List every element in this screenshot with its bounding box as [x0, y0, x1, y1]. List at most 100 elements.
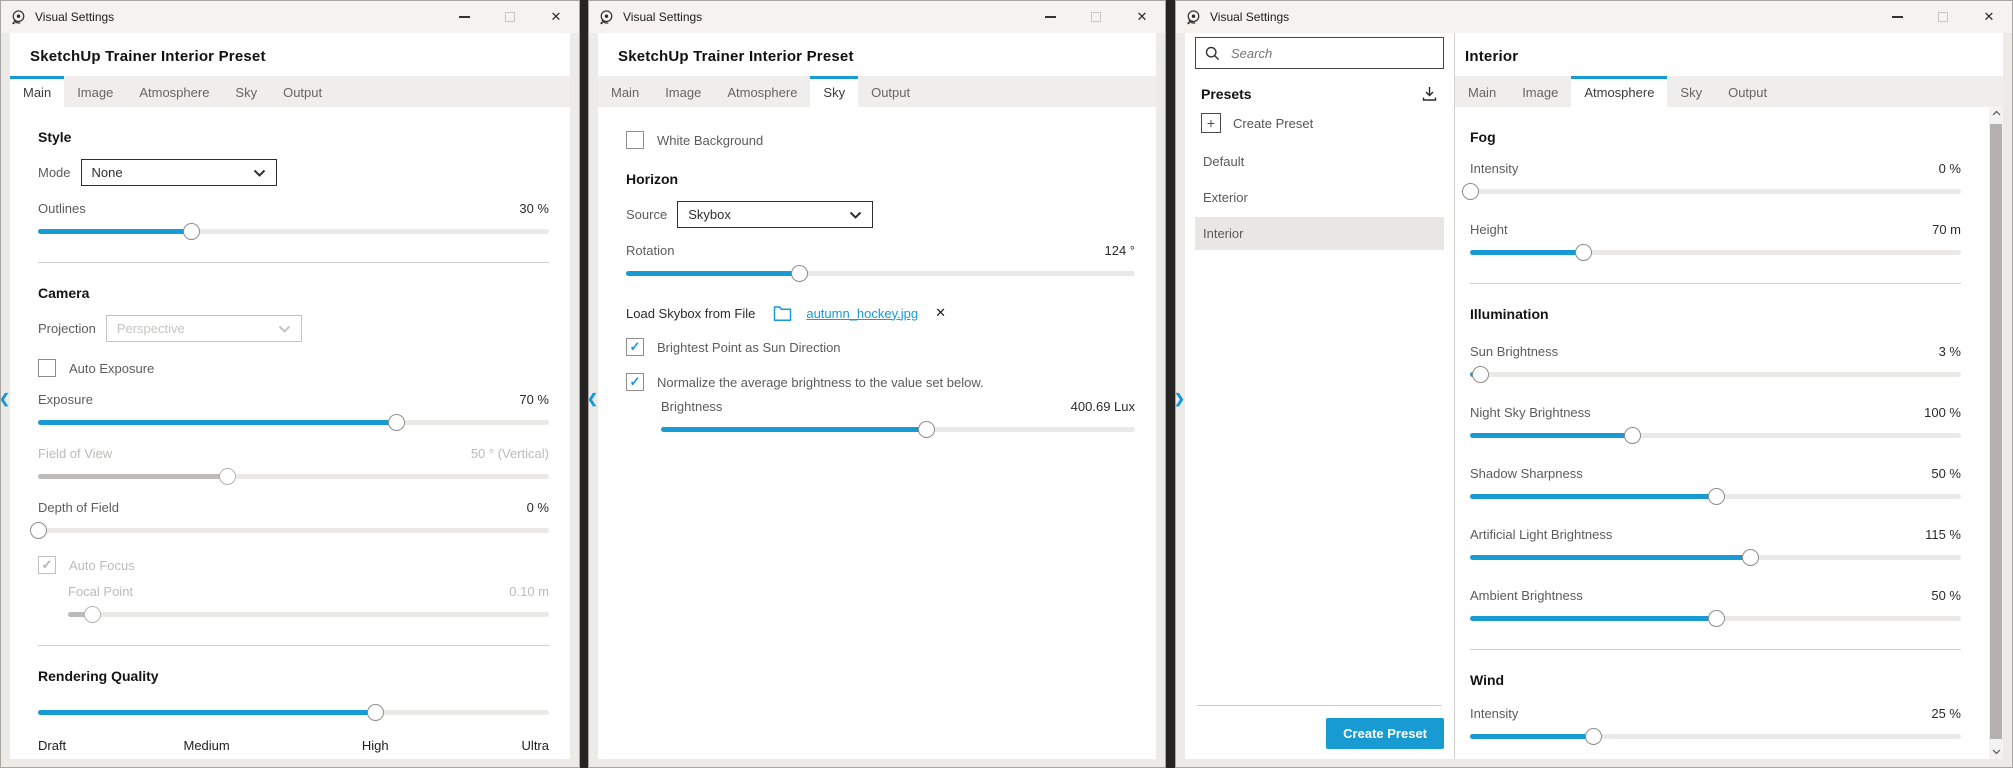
expand-panel-chevron-right-icon[interactable]: ❯ [1176, 391, 1185, 407]
minimize-button[interactable] [441, 1, 487, 33]
night-sky-brightness-slider[interactable] [1470, 427, 1961, 444]
slider-thumb[interactable] [1585, 728, 1602, 745]
maximize-button[interactable] [487, 1, 533, 33]
tab-sky[interactable]: Sky [1667, 76, 1715, 107]
brightness-slider[interactable] [661, 421, 1135, 438]
auto-exposure-checkbox[interactable]: ✓ [38, 359, 56, 377]
wind-intensity-slider[interactable] [1470, 728, 1961, 745]
rotation-slider-row: Rotation124 ° [626, 243, 1135, 282]
slider-thumb[interactable] [367, 704, 384, 721]
tab-main[interactable]: Main [10, 76, 64, 107]
tab-image[interactable]: Image [652, 76, 714, 107]
close-button[interactable]: ✕ [1119, 1, 1165, 33]
folder-icon[interactable] [773, 305, 792, 321]
source-select[interactable]: Skybox [677, 201, 873, 228]
tab-image[interactable]: Image [1509, 76, 1571, 107]
maximize-button[interactable] [1073, 1, 1119, 33]
slider-thumb[interactable] [918, 421, 935, 438]
quality-stop-high: High [362, 738, 389, 753]
fog-height-slider[interactable] [1470, 244, 1961, 261]
slider-thumb[interactable] [30, 522, 47, 539]
auto-focus-label: Auto Focus [69, 558, 135, 573]
preset-item-interior[interactable]: Interior [1195, 217, 1444, 250]
outlines-slider[interactable] [38, 223, 549, 240]
preset-item-default[interactable]: Default [1195, 145, 1444, 178]
titlebar[interactable]: Visual Settings ✕ [1, 1, 579, 33]
maximize-button[interactable] [1920, 1, 1966, 33]
exposure-slider-row: Exposure70 % [38, 392, 549, 431]
tab-sky[interactable]: Sky [222, 76, 270, 107]
app-eye-icon [1185, 9, 1202, 26]
preset-name-heading: Interior [1455, 33, 2003, 76]
white-background-checkbox[interactable]: ✓ [626, 131, 644, 149]
depth-of-field-slider[interactable] [38, 522, 549, 539]
titlebar[interactable]: Visual Settings ✕ [1176, 1, 2012, 33]
collapse-panel-chevron-left-icon[interactable]: ❮ [1, 391, 10, 407]
preset-item-exterior[interactable]: Exterior [1195, 181, 1444, 214]
create-preset-item[interactable]: + Create Preset [1195, 104, 1444, 142]
titlebar[interactable]: Visual Settings ✕ [589, 1, 1165, 33]
chevron-down-icon [253, 169, 266, 177]
focal-point-slider-row: Focal Point0.10 m [68, 584, 549, 623]
scrollbar-track[interactable] [1989, 120, 2003, 745]
slider-thumb[interactable] [1742, 549, 1759, 566]
section-divider [38, 262, 549, 263]
auto-focus-row: ✓ Auto Focus [38, 556, 549, 574]
slider-thumb[interactable] [1624, 427, 1641, 444]
wind-intensity-label: Intensity [1470, 706, 1518, 721]
scrollbar-thumb[interactable] [1990, 124, 2002, 739]
tab-atmosphere[interactable]: Atmosphere [1571, 76, 1667, 107]
tab-sky[interactable]: Sky [810, 76, 858, 107]
create-preset-button[interactable]: Create Preset [1326, 718, 1444, 749]
import-preset-download-icon[interactable] [1421, 86, 1438, 102]
tab-image[interactable]: Image [64, 76, 126, 107]
create-preset-item-label: Create Preset [1233, 116, 1313, 131]
close-button[interactable]: ✕ [1966, 1, 2012, 33]
skybox-file-link[interactable]: autumn_hockey.jpg [806, 306, 918, 321]
search-box[interactable] [1195, 37, 1444, 69]
minimize-button[interactable] [1874, 1, 1920, 33]
sun-direction-checkbox[interactable]: ✓ [626, 338, 644, 356]
rendering-quality-slider[interactable] [38, 704, 549, 721]
artificial-light-brightness-value: 115 % [1925, 527, 1961, 542]
app-eye-icon [10, 9, 27, 26]
tab-main[interactable]: Main [1455, 76, 1509, 107]
scroll-up-icon[interactable] [1992, 106, 2001, 120]
rotation-slider[interactable] [626, 265, 1135, 282]
ambient-brightness-slider[interactable] [1470, 610, 1961, 627]
ambient-brightness-value: 50 % [1931, 588, 1961, 603]
tab-output[interactable]: Output [270, 76, 335, 107]
tab-main[interactable]: Main [598, 76, 652, 107]
tab-output[interactable]: Output [858, 76, 923, 107]
normalize-label: Normalize the average brightness to the … [657, 375, 984, 390]
sun-brightness-slider[interactable] [1470, 366, 1961, 383]
collapse-panel-chevron-left-icon[interactable]: ❮ [589, 391, 598, 407]
slider-thumb[interactable] [1708, 610, 1725, 627]
scroll-down-icon[interactable] [1992, 745, 2001, 759]
shadow-sharpness-slider[interactable] [1470, 488, 1961, 505]
slider-thumb[interactable] [791, 265, 808, 282]
vertical-scrollbar[interactable] [1989, 106, 2003, 759]
slider-thumb[interactable] [1575, 244, 1592, 261]
slider-thumb[interactable] [183, 223, 200, 240]
remove-file-x-icon[interactable]: ✕ [935, 305, 946, 321]
artificial-light-brightness-slider[interactable] [1470, 549, 1961, 566]
search-input[interactable] [1229, 45, 1434, 62]
focal-point-label: Focal Point [68, 584, 133, 599]
exposure-slider[interactable] [38, 414, 549, 431]
tab-atmosphere[interactable]: Atmosphere [714, 76, 810, 107]
slider-thumb[interactable] [1472, 366, 1489, 383]
outlines-label: Outlines [38, 201, 86, 216]
tab-atmosphere[interactable]: Atmosphere [126, 76, 222, 107]
slider-thumb[interactable] [1708, 488, 1725, 505]
mode-select[interactable]: None [81, 159, 277, 186]
minimize-button[interactable] [1027, 1, 1073, 33]
night-sky-brightness-row: Night Sky Brightness100 % [1470, 405, 1961, 444]
slider-thumb[interactable] [388, 414, 405, 431]
fog-intensity-slider[interactable] [1470, 183, 1961, 200]
normalize-checkbox[interactable]: ✓ [626, 373, 644, 391]
tab-output[interactable]: Output [1715, 76, 1780, 107]
close-button[interactable]: ✕ [533, 1, 579, 33]
slider-thumb[interactable] [1462, 183, 1479, 200]
wind-section-title: Wind [1470, 672, 1961, 688]
